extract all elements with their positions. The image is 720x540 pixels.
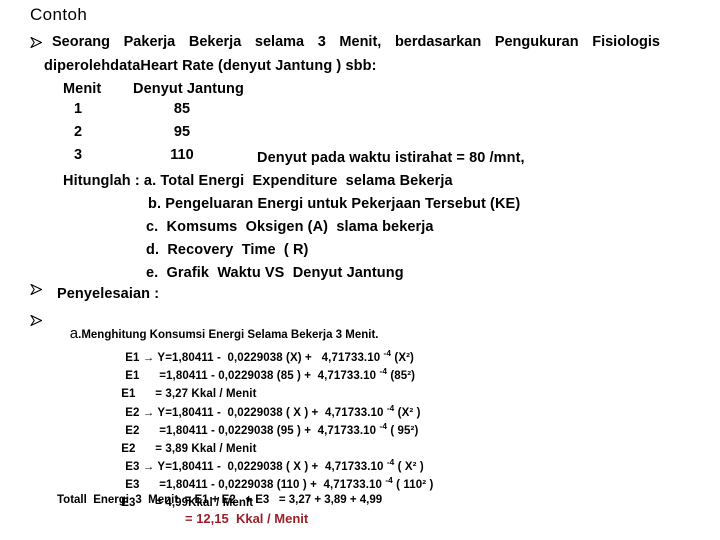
bullet-marker-solution: [30, 283, 43, 296]
question-d: d. Recovery Time ( R): [146, 242, 309, 258]
problem-word: Fisiologis: [592, 34, 660, 50]
problem-word: selama: [254, 34, 305, 50]
problem-line-1: Seorang Pakerja Bekerja selama 3 Menit, …: [52, 34, 660, 50]
problem-word: berdasarkan: [394, 34, 482, 50]
solution-heading: Penyelesaian :: [57, 286, 160, 302]
problem-word: Menit,: [339, 34, 382, 50]
total-energy-line: Totall Energi 3 Menit = E1 + E2 + E3 = 3…: [57, 494, 383, 506]
question-intro-a: Hitunglah : a. Total Energi Expenditure …: [63, 173, 453, 189]
table-header-beat: Denyut Jantung: [133, 81, 244, 97]
table-row: 3: [73, 147, 83, 163]
problem-word: Pakerja: [123, 34, 176, 50]
table-header-minute: Menit: [63, 81, 102, 97]
table-row: 85: [173, 101, 191, 117]
bullet-marker-problem: [30, 36, 43, 49]
problem-word: 3: [317, 34, 326, 50]
table-row: 110: [170, 147, 194, 163]
equation-exponent: -4: [379, 422, 388, 432]
equation-tail: ( 110² ): [392, 479, 434, 491]
section-a-letter: a: [69, 325, 79, 342]
question-b: b. Pengeluaran Energi untuk Pekerjaan Te…: [148, 196, 521, 212]
page-title: Contoh: [30, 5, 88, 24]
equation-tail: (85²): [387, 370, 416, 382]
resting-heart-rate-note: Denyut pada waktu istirahat = 80 /mnt,: [257, 150, 525, 166]
bullet-marker-section-a: [30, 314, 43, 327]
problem-line-2: diperolehdataHeart Rate (denyut Jantung …: [44, 58, 377, 74]
question-c: c. Komsums Oksigen (A) slama bekerja: [146, 219, 434, 235]
table-row: 95: [173, 124, 191, 140]
equation-exponent: -4: [385, 476, 393, 486]
problem-word: Pengukuran: [494, 34, 579, 50]
equation-exponent: -4: [379, 367, 388, 377]
question-e: e. Grafik Waktu VS Denyut Jantung: [146, 265, 404, 281]
problem-word: Bekerja: [188, 34, 242, 50]
total-energy-result: = 12,15 Kkal / Menit: [185, 511, 309, 526]
equation-tail: ( 95²): [387, 425, 419, 437]
slide-canvas: Contoh Seorang Pakerja Bekerja selama 3 …: [0, 0, 720, 540]
table-row: 1: [73, 101, 83, 117]
problem-word: Seorang: [52, 34, 111, 50]
table-row: 2: [73, 124, 83, 140]
